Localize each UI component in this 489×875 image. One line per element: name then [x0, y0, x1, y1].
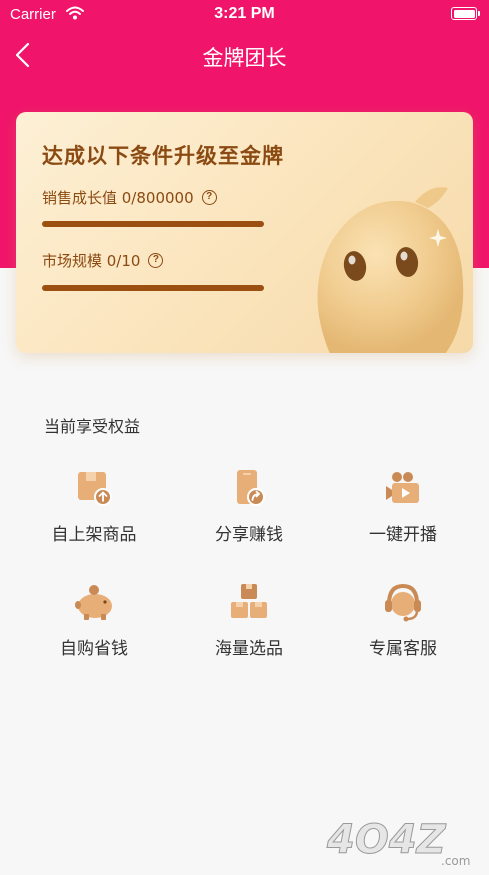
market-scale-label: 市场规模 0/10 [42, 252, 141, 270]
benefit-label: 自上架商品 [51, 525, 137, 545]
mascot-illustration [317, 187, 464, 353]
benefit-one-click-live[interactable]: 一键开播 [323, 466, 483, 545]
market-scale-progress-bar [42, 285, 264, 291]
stacked-boxes-icon [231, 584, 267, 618]
status-time: 3:21 PM [214, 5, 275, 22]
box-upload-icon [78, 472, 112, 506]
benefit-label: 一键开播 [369, 525, 437, 545]
benefit-massive-selection[interactable]: 海量选品 [169, 580, 329, 659]
watermark-text: 4O4Z [326, 817, 447, 863]
piggy-bank-icon [75, 585, 112, 620]
video-camera-icon [386, 472, 419, 503]
sales-growth-requirement: 销售成长值 0/800000 ? [42, 187, 217, 208]
nav-bar: 金牌团长 [0, 30, 489, 80]
page-title: 金牌团长 [202, 46, 287, 70]
benefit-exclusive-support[interactable]: 专属客服 [323, 580, 483, 659]
status-bar: Carrier 3:21 PM [0, 0, 489, 30]
site-watermark: 4O4Z .com [326, 817, 471, 869]
sales-growth-progress-bar [42, 221, 264, 227]
headset-icon [385, 583, 421, 622]
benefit-self-listing[interactable]: 自上架商品 [14, 466, 174, 545]
watermark-suffix: .com [441, 854, 470, 868]
sales-growth-label: 销售成长值 0/800000 [42, 189, 194, 207]
question-mark-icon[interactable]: ? [148, 253, 164, 268]
benefit-label: 海量选品 [215, 639, 283, 659]
upgrade-requirements-card: 达成以下条件升级至金牌 销售成长值 0/800000 ? 市场规模 0/10 ? [16, 112, 473, 353]
market-scale-requirement: 市场规模 0/10 ? [42, 250, 164, 271]
share-phone-icon [237, 470, 265, 506]
benefit-label: 专属客服 [369, 639, 437, 659]
benefit-label: 分享赚钱 [215, 525, 283, 545]
benefits-section-title: 当前享受权益 [44, 417, 141, 436]
benefit-label: 自购省钱 [60, 639, 128, 659]
card-heading: 达成以下条件升级至金牌 [42, 144, 284, 168]
question-mark-icon[interactable]: ? [201, 190, 217, 205]
benefit-share-earn[interactable]: 分享赚钱 [169, 466, 329, 545]
benefit-self-purchase-save[interactable]: 自购省钱 [14, 580, 174, 659]
battery-icon [451, 7, 480, 20]
